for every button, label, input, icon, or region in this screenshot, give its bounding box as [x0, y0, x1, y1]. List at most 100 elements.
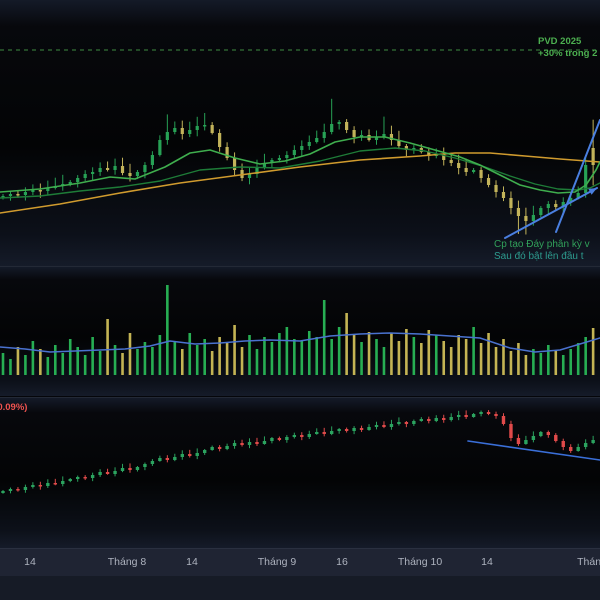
- volume-bar: [390, 333, 393, 375]
- pane-divider-1[interactable]: [0, 266, 600, 267]
- candle-body: [479, 412, 483, 414]
- candle-body: [449, 417, 453, 420]
- candle-body: [359, 428, 364, 430]
- volume-pane-bg: [0, 267, 600, 396]
- volume-bar: [412, 337, 416, 375]
- candle-body: [307, 434, 311, 437]
- candle-body: [344, 429, 349, 431]
- volume-bar: [509, 351, 513, 375]
- candle-body: [23, 192, 28, 195]
- candle-body: [315, 432, 319, 434]
- candle-body: [23, 487, 28, 490]
- candle-body: [105, 168, 110, 170]
- volume-bar: [225, 343, 229, 375]
- candle-body: [539, 432, 543, 436]
- candle-body: [8, 194, 13, 196]
- volume-bar: [1, 353, 5, 375]
- axis-label: 14: [481, 556, 493, 568]
- chart-canvas[interactable]: [0, 0, 600, 548]
- volume-bar: [128, 333, 132, 375]
- volume-bar: [106, 319, 109, 375]
- candle-body: [554, 204, 558, 207]
- volume-bar: [188, 333, 192, 375]
- volume-bar: [375, 339, 378, 375]
- candle-body: [494, 185, 498, 192]
- candle-body: [404, 422, 409, 424]
- candle-body: [255, 442, 259, 444]
- candle-body: [412, 421, 416, 424]
- volume-bar: [53, 345, 57, 375]
- volume-bar: [263, 337, 266, 375]
- candle-body: [188, 454, 192, 456]
- volume-bar: [39, 349, 42, 375]
- candle-body: [345, 122, 349, 130]
- volume-bar: [502, 339, 505, 375]
- candle-body: [225, 446, 229, 449]
- volume-bar: [195, 345, 199, 375]
- candle-body: [76, 477, 80, 479]
- candle-body: [173, 457, 177, 460]
- candle-body: [486, 178, 491, 185]
- volume-bar: [98, 351, 102, 375]
- candle-body: [583, 443, 588, 447]
- axis-label: 14: [24, 556, 36, 568]
- candle-body: [173, 128, 177, 132]
- candle-body: [61, 481, 65, 484]
- candle-body: [382, 425, 386, 427]
- volume-bar: [472, 327, 475, 375]
- candle-body: [210, 447, 214, 450]
- volume-bar: [405, 329, 408, 375]
- candle-body: [120, 468, 125, 471]
- candle-body: [337, 122, 341, 124]
- volume-bar: [532, 349, 535, 375]
- candle-body: [322, 432, 326, 434]
- candle-body: [210, 125, 214, 133]
- volume-bar: [121, 353, 124, 375]
- candle-body: [591, 440, 595, 443]
- candle-body: [464, 415, 468, 417]
- candle-body: [374, 425, 379, 427]
- volume-bar: [524, 355, 528, 375]
- candle-body: [509, 198, 513, 208]
- candle-body: [561, 441, 565, 447]
- candle-body: [202, 450, 207, 453]
- candle-body: [397, 422, 401, 424]
- candle-body: [53, 483, 57, 485]
- candle-body: [180, 128, 184, 134]
- volume-bar: [203, 339, 206, 375]
- volume-bar: [68, 339, 72, 375]
- candle-body: [135, 467, 140, 470]
- volume-bar: [457, 335, 460, 375]
- axis-label: 16: [336, 556, 348, 568]
- volume-bar: [569, 349, 573, 375]
- volume-bar: [449, 347, 453, 375]
- candle-body: [203, 125, 207, 127]
- candle-body: [158, 140, 162, 155]
- candle-body: [143, 165, 147, 172]
- candle-body: [16, 489, 20, 491]
- candle-body: [569, 447, 573, 451]
- candle-body: [262, 441, 267, 444]
- candle-body: [135, 172, 140, 176]
- candle-body: [38, 485, 43, 487]
- pane-divider-2[interactable]: [0, 397, 600, 398]
- candle-body: [270, 438, 274, 441]
- candle-body: [464, 168, 468, 172]
- time-axis[interactable]: 14Tháng 814Tháng 916Tháng 1014Tháng: [0, 548, 600, 576]
- volume-bar: [173, 341, 177, 375]
- volume-bar: [494, 347, 498, 375]
- candle-body: [516, 208, 521, 216]
- candle-body: [165, 132, 169, 140]
- volume-bar: [61, 353, 65, 375]
- candle-body: [389, 424, 394, 427]
- volume-bar: [337, 327, 341, 375]
- candle-body: [419, 419, 424, 421]
- candle-body: [457, 163, 461, 168]
- candle-body: [539, 208, 543, 215]
- candle-body: [68, 479, 72, 481]
- candle-body: [501, 416, 506, 424]
- volume-bar: [382, 347, 386, 375]
- volume-bar: [255, 349, 259, 375]
- candle-body: [91, 172, 95, 174]
- candle-body: [76, 178, 80, 182]
